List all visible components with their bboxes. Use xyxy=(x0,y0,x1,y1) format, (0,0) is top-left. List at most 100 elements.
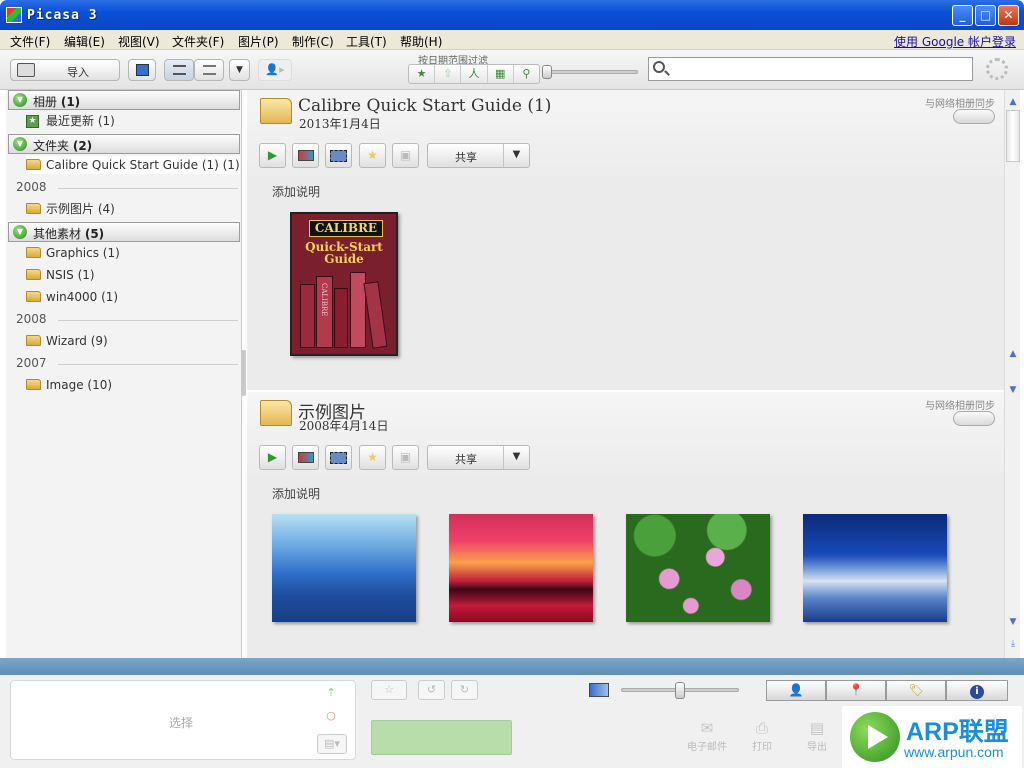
star-icon[interactable]: ☆ xyxy=(371,680,407,700)
sidebar-item-nsis[interactable]: NSIS (1) xyxy=(26,266,95,284)
google-login-link[interactable]: 使用 Google 帐户登录 xyxy=(894,33,1016,50)
folder-icon xyxy=(26,291,41,302)
people-tab[interactable]: 👤 xyxy=(766,680,826,701)
sync-toggle[interactable] xyxy=(953,411,995,426)
menu-view[interactable]: 视图(V) xyxy=(118,33,160,50)
star-filter-icon[interactable]: ★ xyxy=(409,65,436,83)
sidebar-item-recent[interactable]: ★ 最近更新 (1) xyxy=(26,112,115,130)
rotate-right-icon[interactable]: ↻ xyxy=(451,680,478,700)
scroll-up-icon[interactable]: ▲ xyxy=(1006,94,1020,110)
add-caption[interactable]: 添加说明 xyxy=(272,485,320,502)
rotate-left-icon[interactable]: ↺ xyxy=(418,680,445,700)
places-tab[interactable]: 📍 xyxy=(826,680,886,701)
photo-thumbnail-water-lilies[interactable] xyxy=(626,514,770,622)
collapse-icon[interactable]: ▼ xyxy=(13,225,27,239)
maximize-button[interactable]: □ xyxy=(975,5,996,26)
scroll-up-icon[interactable]: ▲ xyxy=(1006,346,1020,362)
movie-button[interactable] xyxy=(325,143,352,168)
share-upload-button[interactable] xyxy=(371,720,512,755)
share-button[interactable]: 共享 ▼ xyxy=(427,143,530,168)
tag-icon: 🏷 xyxy=(908,683,924,697)
section-other[interactable]: ▼ 其他素材 (5) xyxy=(8,222,240,242)
clear-selection-icon[interactable]: ○ xyxy=(319,707,343,727)
tags-tab[interactable]: 🏷 xyxy=(886,680,946,701)
menu-tools[interactable]: 工具(T) xyxy=(346,33,387,50)
date-range-slider[interactable] xyxy=(545,70,638,74)
print-button[interactable]: ⎙ 打印 xyxy=(740,719,784,753)
minimize-button[interactable]: _ xyxy=(952,5,973,26)
people-filter-icon[interactable]: 人 xyxy=(461,65,488,83)
upload-button[interactable] xyxy=(292,143,319,168)
section-count: (5) xyxy=(84,227,105,241)
search-input[interactable] xyxy=(648,57,973,81)
geotag-filter-icon[interactable]: ⚲ xyxy=(514,65,539,83)
chevron-down-icon[interactable]: ▼ xyxy=(503,144,529,167)
photo-thumbnail-winter-forest[interactable] xyxy=(803,514,947,622)
properties-tab[interactable]: i xyxy=(946,680,1008,701)
star-button[interactable]: ★ xyxy=(359,445,386,470)
search-icon xyxy=(653,61,665,73)
scroll-down-icon[interactable]: ▼ xyxy=(1006,382,1020,398)
date-range-slider-thumb[interactable] xyxy=(542,65,552,79)
menu-help[interactable]: 帮助(H) xyxy=(400,33,442,50)
album-dropdown-icon[interactable]: ▤▾ xyxy=(317,734,347,754)
sidebar-item-label: Graphics (1) xyxy=(46,246,120,260)
search-field[interactable] xyxy=(671,60,969,78)
scroll-down-icon[interactable]: ▼ xyxy=(1006,614,1020,630)
slideshow-button[interactable]: ▶ xyxy=(259,143,286,168)
hold-pin-icon[interactable]: ⇡ xyxy=(319,684,343,704)
scroll-thumb[interactable] xyxy=(1006,110,1020,162)
close-button[interactable]: ✕ xyxy=(998,5,1019,26)
slideshow-button[interactable]: ▶ xyxy=(259,445,286,470)
view-dropdown-button[interactable]: ▼ xyxy=(229,59,250,81)
email-button[interactable]: ✉ 电子邮件 xyxy=(685,719,729,753)
sync-toggle[interactable] xyxy=(953,109,995,124)
sidebar-item-sample-pictures[interactable]: 示例图片 (4) xyxy=(26,200,115,218)
tree-view-button[interactable] xyxy=(194,59,224,81)
album-title[interactable]: Calibre Quick Start Guide (1) xyxy=(298,96,551,116)
sidebar-item-calibre[interactable]: Calibre Quick Start Guide (1) (1) xyxy=(26,156,240,174)
section-count: (2) xyxy=(72,139,93,153)
collapse-icon[interactable]: ▼ xyxy=(13,93,27,107)
scroll-end-icon[interactable]: ⤓ xyxy=(1006,636,1020,652)
library-sidebar: ▼ 相册 (1) ★ 最近更新 (1) ▼ 文件夹 (2) Calibre Qui… xyxy=(6,90,242,658)
upload-filter-icon[interactable]: ⇧ xyxy=(435,65,462,83)
star-button[interactable]: ★ xyxy=(359,143,386,168)
sidebar-splitter[interactable] xyxy=(241,350,246,396)
chevron-down-icon[interactable]: ▼ xyxy=(503,446,529,469)
video-filter-icon[interactable]: ▦ xyxy=(488,65,514,83)
add-to-album-button[interactable] xyxy=(128,59,156,81)
share-button[interactable]: 共享 ▼ xyxy=(427,445,530,470)
sidebar-item-win4000[interactable]: win4000 (1) xyxy=(26,288,118,306)
sidebar-item-wizard[interactable]: Wizard (9) xyxy=(26,332,108,350)
people-button[interactable]: 👤▸ xyxy=(258,59,292,81)
upload-button[interactable] xyxy=(292,445,319,470)
sidebar-item-graphics[interactable]: Graphics (1) xyxy=(26,244,120,262)
movie-button[interactable] xyxy=(325,445,352,470)
menu-file[interactable]: 文件(F) xyxy=(10,33,50,50)
export-button[interactable]: ▤ 导出 xyxy=(795,719,839,753)
cover-heading: CALIBRE xyxy=(309,220,383,237)
sidebar-item-image[interactable]: Image (10) xyxy=(26,376,112,394)
collapse-icon[interactable]: ▼ xyxy=(13,137,27,151)
vertical-scrollbar[interactable]: ▲ ▲ ▼ ▼ ⤓ xyxy=(1004,90,1020,658)
photo-thumbnail[interactable]: CALIBRE Quick-Start Guide CALIBRE xyxy=(290,212,398,356)
year-label: 2008 xyxy=(16,180,47,194)
menu-create[interactable]: 制作(C) xyxy=(292,33,334,50)
menu-picture[interactable]: 图片(P) xyxy=(238,33,279,50)
film-icon xyxy=(330,150,347,162)
section-albums[interactable]: ▼ 相册 (1) xyxy=(8,90,240,110)
photo-thumbnail-sunset[interactable] xyxy=(449,514,593,622)
photo-thumbnail-blue-hills[interactable] xyxy=(272,514,416,622)
import-button[interactable]: 导入 xyxy=(10,59,120,81)
save-button[interactable]: ▣ xyxy=(392,143,419,168)
section-folders[interactable]: ▼ 文件夹 (2) xyxy=(8,134,240,154)
selection-tray[interactable]: 选择 ⇡ ○ ▤▾ xyxy=(10,680,356,760)
thumbnail-size-slider-thumb[interactable] xyxy=(675,682,685,699)
album-folder-icon xyxy=(260,98,292,124)
add-caption[interactable]: 添加说明 xyxy=(272,183,320,200)
menu-edit[interactable]: 编辑(E) xyxy=(64,33,105,50)
save-button[interactable]: ▣ xyxy=(392,445,419,470)
menu-folder[interactable]: 文件夹(F) xyxy=(172,33,224,50)
list-view-button[interactable] xyxy=(164,59,194,81)
